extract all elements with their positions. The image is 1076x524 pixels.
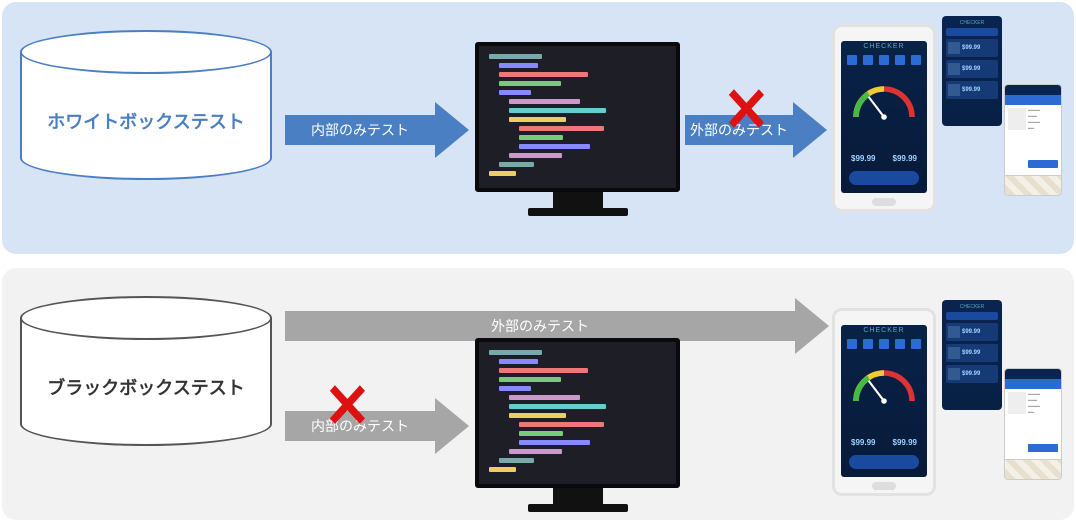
stat-left: $99.99 [851,438,875,447]
stat-left: $99.99 [851,154,875,163]
arrow-label: 外部のみテスト [690,120,788,140]
code-monitor-icon [475,42,680,216]
phone-mockup-main: CHECKER $99.99 $99.99 [832,308,936,496]
phone-mockup-detail: ━━━━━━━━━━━━━ [1004,84,1062,196]
gauge-icon [849,85,919,121]
blackbox-cylinder: ブラックボックステスト [20,296,272,446]
whitebox-cylinder: ホワイトボックステスト [20,30,272,180]
phone-brand: CHECKER [841,325,927,334]
blackbox-title: ブラックボックステスト [47,374,244,400]
whitebox-arrow-external: 外部のみテスト [685,102,827,158]
arrow-label: 外部のみテスト [491,316,589,336]
stat-right: $99.99 [893,438,917,447]
arrow-label: 内部のみテスト [311,416,409,436]
phone-mockup-detail: ━━━━━━━━━━━━━ [1004,368,1062,480]
ui-mockups-icon: CHECKER $99.99 $99.99 CHECKER $99.99 $99… [832,14,1062,224]
blackbox-panel: ブラックボックステスト 外部のみテスト 内部のみテスト ✕ [2,268,1074,520]
whitebox-title: ホワイトボックステスト [47,108,244,134]
stat-right: $99.99 [893,154,917,163]
whitebox-arrow-internal: 内部のみテスト [285,102,469,158]
phone-mockup-list: CHECKER $99.99 $99.99 $99.99 [942,300,1002,410]
code-monitor-icon [475,338,680,512]
whitebox-panel: ホワイトボックステスト 内部のみテスト 外部のみテスト [2,2,1074,254]
gauge-icon [849,369,919,405]
phone-mockup-main: CHECKER $99.99 $99.99 [832,24,936,212]
arrow-label: 内部のみテスト [311,120,409,140]
blackbox-arrow-internal: 内部のみテスト [285,398,469,454]
ui-mockups-icon: CHECKER $99.99 $99.99 CHECKER $99.99 $99… [832,298,1062,508]
phone-brand: CHECKER [841,41,927,50]
phone-mockup-list: CHECKER $99.99 $99.99 $99.99 [942,16,1002,126]
